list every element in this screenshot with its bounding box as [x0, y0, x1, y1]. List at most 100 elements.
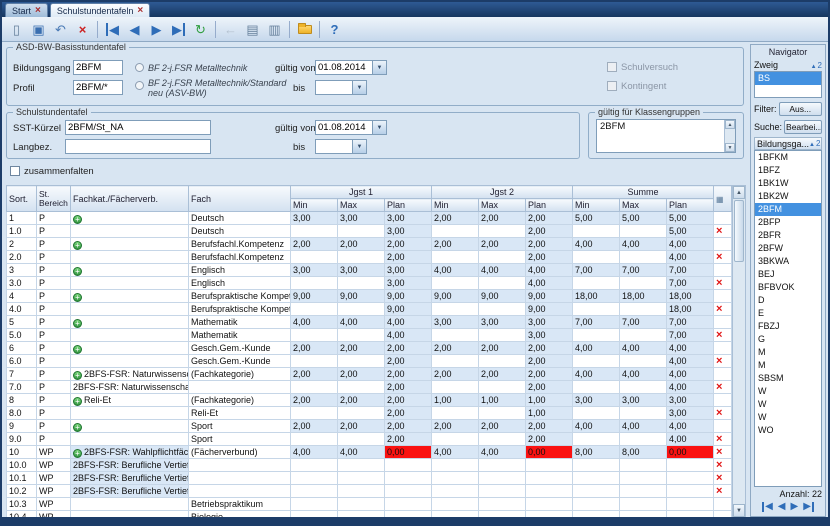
- table-row[interactable]: 10WP2BFS-FSR: Wahlpflichtfächer (a...(Fä…: [7, 446, 732, 459]
- suche-button[interactable]: Bearbei...: [784, 120, 822, 134]
- col-header-bereich[interactable]: St. Bereich: [37, 186, 71, 212]
- cell-value[interactable]: 4,00: [573, 238, 620, 251]
- cell-value[interactable]: [338, 407, 385, 420]
- bildungsgang-list-header[interactable]: Bildungsga... 2: [754, 137, 822, 150]
- cell-value[interactable]: [573, 251, 620, 264]
- cell-value[interactable]: 4,00: [667, 342, 714, 355]
- cell-value[interactable]: 4,00: [573, 342, 620, 355]
- cell-value[interactable]: [338, 251, 385, 264]
- bildungsgang-list-item[interactable]: 3BKWA: [755, 255, 821, 268]
- cell-value[interactable]: 4,00: [385, 316, 432, 329]
- cell-value[interactable]: 4,00: [667, 238, 714, 251]
- cell-value[interactable]: [620, 498, 667, 511]
- cell-value[interactable]: 4,00: [667, 251, 714, 264]
- cell-value[interactable]: [573, 472, 620, 485]
- cell-value[interactable]: [620, 225, 667, 238]
- cell-value[interactable]: 3,00: [573, 394, 620, 407]
- cell-value[interactable]: 4,00: [667, 433, 714, 446]
- cell-value[interactable]: [620, 433, 667, 446]
- cell-value[interactable]: 2,00: [291, 368, 338, 381]
- cell-value[interactable]: 7,00: [573, 264, 620, 277]
- cell-value[interactable]: 4,00: [432, 446, 479, 459]
- expand-icon[interactable]: [73, 371, 82, 380]
- cell-value[interactable]: [432, 225, 479, 238]
- cell-value[interactable]: 2,00: [385, 342, 432, 355]
- bildungsgang-list-item[interactable]: BEJ: [755, 268, 821, 281]
- delete-row-icon[interactable]: [716, 460, 722, 471]
- bildungsgang-list-item[interactable]: W: [755, 398, 821, 411]
- cell-value[interactable]: 2,00: [385, 368, 432, 381]
- cell-value[interactable]: [479, 381, 526, 394]
- bildungsgang-list-item[interactable]: 2BFW: [755, 242, 821, 255]
- cell-value[interactable]: 2,00: [385, 251, 432, 264]
- cell-value[interactable]: 2,00: [385, 420, 432, 433]
- cell-value[interactable]: [573, 433, 620, 446]
- cell-value[interactable]: [620, 472, 667, 485]
- cell-value[interactable]: 2,00: [385, 355, 432, 368]
- cell-value[interactable]: [432, 329, 479, 342]
- cell-value[interactable]: 4,00: [479, 264, 526, 277]
- scroll-up-icon[interactable]: [725, 120, 735, 129]
- cell-value[interactable]: 2,00: [338, 342, 385, 355]
- previous-record-icon[interactable]: ◀: [124, 19, 145, 39]
- cell-value[interactable]: 4,00: [620, 368, 667, 381]
- col-header-plan[interactable]: Plan: [526, 199, 573, 212]
- cell-value[interactable]: 2,00: [526, 251, 573, 264]
- cell-value[interactable]: 18,00: [667, 290, 714, 303]
- table-row[interactable]: 1PDeutsch3,003,003,002,002,002,005,005,0…: [7, 212, 732, 225]
- gueltig-von-input[interactable]: [315, 60, 373, 75]
- cell-value[interactable]: 2,00: [479, 368, 526, 381]
- delete-row-icon[interactable]: [716, 252, 722, 263]
- cell-value[interactable]: 2,00: [479, 238, 526, 251]
- bildungsgang-input[interactable]: [73, 60, 123, 75]
- cell-value[interactable]: 2,00: [479, 212, 526, 225]
- scrollbar-track[interactable]: [733, 199, 745, 504]
- cell-value[interactable]: [573, 407, 620, 420]
- bis-dropdown[interactable]: [315, 139, 367, 154]
- cell-value[interactable]: 8,00: [620, 446, 667, 459]
- copy-icon[interactable]: ▤: [242, 19, 263, 39]
- cell-value[interactable]: 2,00: [432, 420, 479, 433]
- cell-value[interactable]: [573, 355, 620, 368]
- tab-schulstundentafeln[interactable]: Schulstundentafeln: [50, 3, 150, 17]
- bildungsgang-list-item[interactable]: E: [755, 307, 821, 320]
- cell-value[interactable]: [479, 433, 526, 446]
- cell-value[interactable]: [338, 459, 385, 472]
- cell-value[interactable]: [385, 498, 432, 511]
- table-row[interactable]: 6PGesch.Gem.-Kunde2,002,002,002,002,002,…: [7, 342, 732, 355]
- cell-value[interactable]: [338, 381, 385, 394]
- cell-value[interactable]: [620, 459, 667, 472]
- cell-value[interactable]: 18,00: [620, 290, 667, 303]
- undo-icon[interactable]: ↶: [50, 19, 71, 39]
- cell-value[interactable]: 2,00: [338, 238, 385, 251]
- scroll-down-icon[interactable]: [725, 143, 735, 152]
- cell-value[interactable]: [291, 355, 338, 368]
- cell-value[interactable]: 3,00: [667, 394, 714, 407]
- cell-value[interactable]: [432, 381, 479, 394]
- klassengruppen-scrollbar[interactable]: [724, 120, 735, 152]
- bildungsgang-list-item[interactable]: FBZJ: [755, 320, 821, 333]
- scrollbar-thumb[interactable]: [734, 200, 744, 262]
- expand-icon[interactable]: [73, 241, 82, 250]
- table-row[interactable]: 10.0WP2BFS-FSR: Berufliche Vertiefun...: [7, 459, 732, 472]
- bildungsgang-list-item[interactable]: 1BFZ: [755, 164, 821, 177]
- cell-value[interactable]: [620, 381, 667, 394]
- table-row[interactable]: 3.0PEnglisch3,004,007,00: [7, 277, 732, 290]
- table-row[interactable]: 3PEnglisch3,003,003,004,004,004,007,007,…: [7, 264, 732, 277]
- cell-value[interactable]: [338, 355, 385, 368]
- cell-value[interactable]: [573, 381, 620, 394]
- cell-value[interactable]: [338, 225, 385, 238]
- cell-value[interactable]: [620, 355, 667, 368]
- delete-row-icon[interactable]: [716, 408, 722, 419]
- cell-value[interactable]: [432, 459, 479, 472]
- cell-value[interactable]: 7,00: [620, 264, 667, 277]
- col-group-jgst2[interactable]: Jgst 2: [432, 186, 573, 199]
- zweig-list-item[interactable]: [755, 85, 821, 98]
- cell-value[interactable]: [432, 251, 479, 264]
- cell-value[interactable]: [526, 485, 573, 498]
- cell-value[interactable]: 9,00: [526, 290, 573, 303]
- cell-value[interactable]: 4,00: [620, 420, 667, 433]
- cell-value[interactable]: [291, 459, 338, 472]
- cell-value[interactable]: [620, 303, 667, 316]
- cell-value[interactable]: [291, 225, 338, 238]
